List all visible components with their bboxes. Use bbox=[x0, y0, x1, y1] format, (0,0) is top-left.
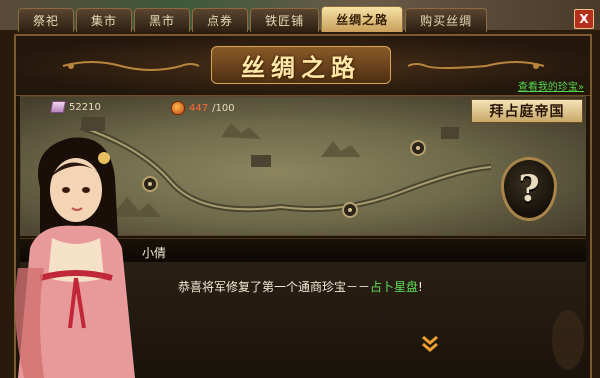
tab-buy-silk[interactable]: 购买丝绸 bbox=[405, 8, 488, 32]
tab-market[interactable]: 集市 bbox=[76, 8, 133, 32]
coins-value: 52210 bbox=[69, 101, 101, 113]
ornament-right bbox=[407, 61, 545, 69]
region-name: 拜占庭帝国 bbox=[489, 104, 565, 120]
money-bag-icon bbox=[171, 101, 185, 115]
tab-coupons[interactable]: 点券 bbox=[192, 8, 249, 32]
food-stat: 447/100 bbox=[171, 101, 235, 115]
scroll-ornament bbox=[552, 310, 584, 370]
food-max: /100 bbox=[212, 102, 235, 114]
title-panel: 丝绸之路 查看我的珍宝» bbox=[16, 36, 590, 96]
tab-sacrifice[interactable]: 祭祀 bbox=[18, 8, 75, 32]
map-node[interactable] bbox=[341, 201, 359, 219]
title-banner: 丝绸之路 bbox=[211, 46, 391, 84]
tab-bar: 祭祀 集市 黑市 点券 铁匠铺 丝绸之路 购买丝绸 bbox=[18, 6, 590, 34]
close-button[interactable]: X bbox=[574, 9, 594, 29]
tab-silk-road[interactable]: 丝绸之路 bbox=[321, 6, 404, 32]
tab-blacksmith[interactable]: 铁匠铺 bbox=[250, 8, 320, 32]
tab-black-market[interactable]: 黑市 bbox=[134, 8, 191, 32]
double-chevron-down-icon[interactable] bbox=[420, 334, 440, 354]
message-text: 恭喜将军修复了第一个通商珍宝－－ bbox=[178, 280, 371, 294]
dialog-message: 恭喜将军修复了第一个通商珍宝－－占卜星盘! bbox=[178, 278, 423, 295]
silk-coin-icon bbox=[49, 101, 67, 113]
coins-stat: 52210 bbox=[49, 101, 101, 113]
map-node[interactable] bbox=[409, 139, 427, 157]
question-mark-icon: ? bbox=[518, 168, 540, 210]
region-banner: 拜占庭帝国 bbox=[471, 99, 583, 123]
view-treasure-link[interactable]: 查看我的珍宝» bbox=[518, 78, 584, 93]
food-current: 447 bbox=[189, 102, 209, 114]
character-portrait bbox=[15, 137, 135, 378]
message-end: ! bbox=[418, 280, 423, 294]
treasure-name: 占卜星盘 bbox=[370, 280, 419, 294]
ornament-left bbox=[62, 61, 200, 71]
page-title: 丝绸之路 bbox=[241, 52, 361, 82]
